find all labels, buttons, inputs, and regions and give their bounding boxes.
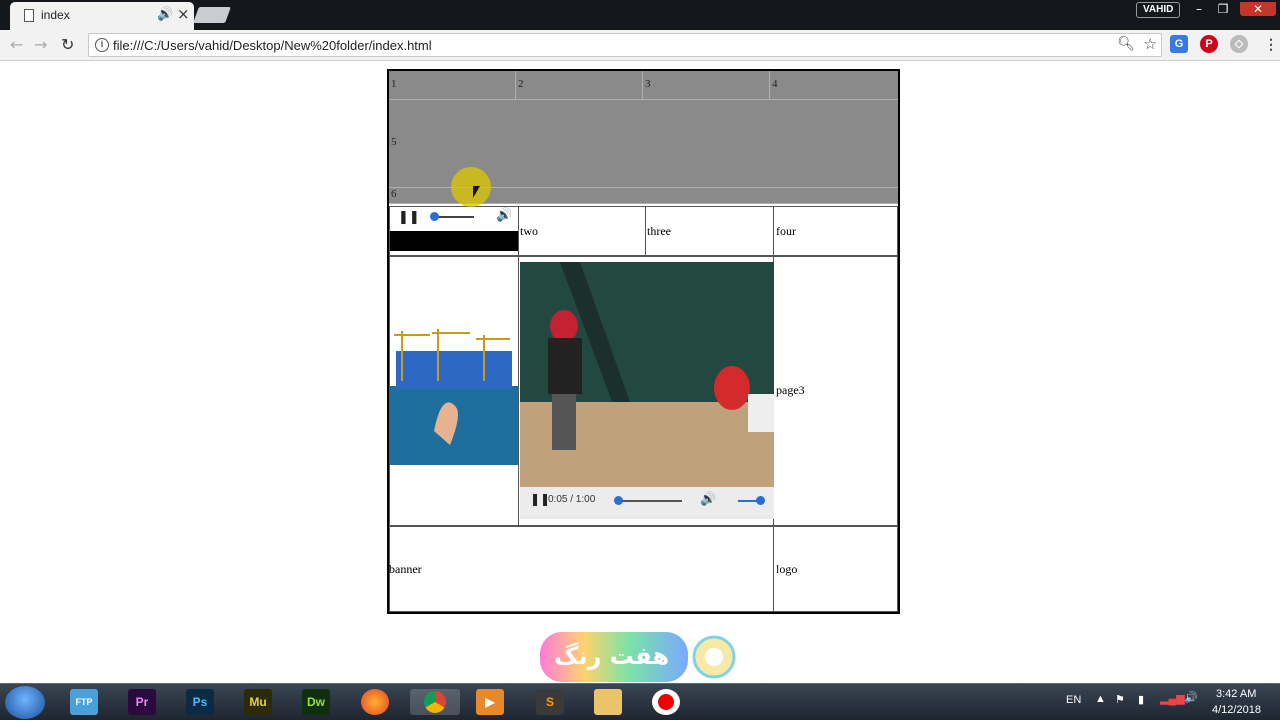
label-page3: page3 (776, 383, 805, 397)
clock-time[interactable]: 3:42 AM (1216, 688, 1256, 700)
cell-frame (389, 206, 519, 256)
sound-icon[interactable]: 🔊 (157, 7, 173, 22)
taskbar-dreamweaver-icon[interactable]: Dw (302, 689, 330, 715)
profile-button[interactable]: VAHID (1136, 2, 1181, 18)
cursor-icon (473, 186, 480, 198)
taskbar-premiere-icon[interactable]: Pr (128, 689, 156, 715)
title-bar: index 🔊 × VAHID – ❐ ✕ (0, 0, 1280, 30)
new-tab-button[interactable] (193, 7, 231, 23)
translate-icon[interactable]: G (1170, 35, 1188, 53)
cursor-highlight (451, 167, 491, 207)
taskbar-ftp-icon[interactable]: FTP (70, 689, 98, 715)
back-icon[interactable]: ← (10, 35, 23, 54)
pinterest-icon[interactable]: P (1200, 35, 1218, 53)
taskbar-photoshop-icon[interactable]: Ps (186, 689, 214, 715)
construction-image (390, 321, 518, 465)
grid-cell-2: 2 (516, 71, 643, 100)
video-frame (520, 262, 774, 487)
restore-icon[interactable]: ❐ (1212, 2, 1234, 16)
power-icon[interactable]: ▮ (1138, 693, 1144, 706)
taskbar-recorder-icon[interactable] (652, 689, 680, 715)
speaker-icon[interactable]: 🔊 (1184, 691, 1198, 704)
video-seek-track[interactable] (618, 500, 682, 502)
grid-cell-3: 3 (643, 71, 770, 100)
forward-icon[interactable]: → (34, 35, 47, 54)
grid-cell-4: 4 (770, 71, 898, 100)
address-bar[interactable]: i file:///C:/Users/vahid/Desktop/New%20f… (88, 33, 1162, 57)
minimize-icon[interactable]: – (1188, 2, 1210, 16)
network-icon[interactable]: ▂▄▆ (1160, 692, 1185, 705)
reload-icon[interactable]: ↻ (61, 35, 74, 54)
taskbar-media-icon[interactable]: ▶ (476, 689, 504, 715)
taskbar-explorer-icon[interactable] (594, 689, 622, 715)
video-time: 0:05 / 1:00 (548, 494, 596, 505)
tag-icon[interactable]: ◇ (1230, 35, 1248, 53)
label-logo: logo (776, 562, 798, 576)
language-indicator[interactable]: EN (1066, 694, 1081, 706)
video-player[interactable]: ❚❚ 0:05 / 1:00 🔊 (520, 262, 774, 519)
tab-index[interactable]: index 🔊 × (10, 2, 194, 30)
page-layout-table: 1 2 3 4 5 6 ❚❚ 🔊 two three four page3 ❚❚… (387, 69, 900, 614)
zoom-icon[interactable]: 🔍︎ (1117, 36, 1135, 52)
watermark-text: هفت رنگ (554, 642, 670, 670)
video-controls: ❚❚ 0:05 / 1:00 🔊 (520, 487, 774, 515)
page-icon (24, 9, 34, 22)
flag-icon[interactable]: ⚑ (1115, 693, 1125, 706)
menu-icon[interactable]: ⋮ (1262, 35, 1280, 53)
label-banner: banner (389, 562, 422, 576)
grid-cell-1: 1 (389, 71, 516, 100)
label-four: four (776, 224, 796, 238)
taskbar-firefox-icon[interactable] (361, 689, 389, 715)
video-seek-thumb[interactable] (614, 496, 623, 505)
cell-frame (389, 526, 774, 612)
label-two: two (520, 224, 538, 238)
start-button[interactable] (5, 686, 45, 719)
taskbar-sublime-icon[interactable]: S (536, 689, 564, 715)
windows-taskbar: FTP Pr Ps Mu Dw ▶ S EN ▲ ⚑ ▮ ▂▄▆ 🔊 3:42 … (0, 683, 1280, 720)
haft-rang-watermark: هفت رنگ (540, 632, 740, 682)
video-volume-thumb[interactable] (756, 496, 765, 505)
browser-toolbar: ← → ↻ i file:///C:/Users/vahid/Desktop/N… (0, 30, 1280, 61)
volume-icon[interactable]: 🔊 (700, 492, 716, 507)
url-text[interactable]: file:///C:/Users/vahid/Desktop/New%20fol… (113, 38, 432, 53)
star-icon[interactable]: ☆ (1144, 35, 1157, 53)
taskbar-muse-icon[interactable]: Mu (244, 689, 272, 715)
taskbar-chrome-icon[interactable] (410, 689, 460, 715)
tray-expand-icon[interactable]: ▲ (1095, 693, 1106, 705)
info-icon[interactable]: i (95, 38, 109, 52)
window-close-icon[interactable]: ✕ (1240, 2, 1276, 16)
tab-title: index (41, 8, 70, 22)
clock-date[interactable]: 4/12/2018 (1212, 704, 1261, 716)
close-icon[interactable]: × (177, 5, 190, 23)
label-three: three (647, 224, 671, 238)
